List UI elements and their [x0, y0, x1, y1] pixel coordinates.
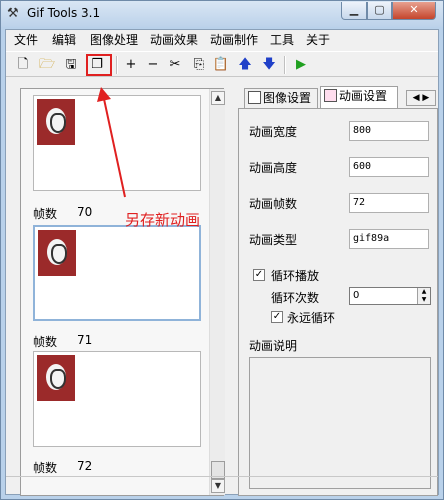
frame-thumbnail[interactable] — [33, 95, 201, 191]
app-icon: ⚒ — [7, 6, 19, 21]
forever-label: 永远循环 — [287, 311, 336, 325]
toolbar: 🗋 🗁 🖫 ❐ + − ✂ ⎘ 📋 🡅 🡇 ▶ — [6, 51, 438, 77]
minimize-button[interactable]: ▁ — [341, 2, 367, 20]
close-button[interactable]: ✕ — [392, 2, 436, 20]
frame-label: 帧数 — [33, 207, 58, 221]
settings-panel: 图像设置 动画设置 ◀ ▶ 动画宽度 800 动画高度 600 动画帧数 72 … — [238, 86, 438, 496]
cut-icon[interactable]: ✂ — [166, 56, 184, 74]
frame-thumbnail[interactable] — [33, 351, 201, 447]
loop-label: 循环播放 — [271, 269, 320, 283]
move-up-icon[interactable]: 🡅 — [236, 56, 254, 74]
animation-settings-icon — [324, 89, 337, 102]
highlight-box — [86, 54, 112, 76]
copy-icon[interactable]: ⎘ — [190, 56, 208, 74]
frame-image — [38, 230, 76, 276]
frames-label: 动画帧数 — [249, 197, 298, 211]
height-field[interactable]: 600 — [349, 157, 429, 177]
paste-icon[interactable]: 📋 — [212, 56, 230, 74]
vertical-scrollbar[interactable]: ▲ ▼ — [209, 89, 225, 495]
tab-animation-settings[interactable]: 动画设置 — [320, 86, 398, 108]
image-settings-icon — [248, 91, 261, 104]
menu-animation-making[interactable]: 动画制作 — [210, 32, 258, 48]
forever-checkbox[interactable]: ✓ — [271, 311, 283, 323]
menu-about[interactable]: 关于 — [306, 32, 330, 48]
menu-bar: 文件 编辑 图像处理 动画效果 动画制作 工具 关于 — [6, 30, 438, 50]
width-label: 动画宽度 — [249, 125, 298, 139]
remove-frame-icon[interactable]: − — [144, 56, 162, 74]
tab-image-settings[interactable]: 图像设置 — [244, 88, 318, 108]
menu-edit[interactable]: 编辑 — [52, 32, 76, 48]
frame-number: 70 — [77, 205, 93, 219]
animation-settings-panel: 动画宽度 800 动画高度 600 动画帧数 72 动画类型 gif89a ✓ … — [238, 108, 438, 496]
spinner-arrows-icon[interactable]: ▲ ▼ — [417, 288, 430, 304]
move-down-icon[interactable]: 🡇 — [260, 56, 278, 74]
description-textarea[interactable] — [249, 357, 431, 489]
toolbar-separator — [284, 56, 286, 74]
frame-image — [37, 355, 75, 401]
menu-tools[interactable]: 工具 — [270, 32, 294, 48]
play-icon[interactable]: ▶ — [292, 56, 310, 74]
menu-animation-effects[interactable]: 动画效果 — [150, 32, 198, 48]
status-bar — [6, 476, 438, 494]
height-label: 动画高度 — [249, 161, 298, 175]
maximize-button[interactable]: ▢ — [367, 2, 392, 20]
frame-number: 72 — [77, 459, 93, 473]
open-folder-icon[interactable]: 🗁 — [38, 56, 56, 74]
window-title: Gif Tools 3.1 — [27, 6, 101, 20]
loop-count-label: 循环次数 — [271, 291, 320, 305]
toolbar-separator — [116, 56, 118, 74]
title-bar[interactable]: ⚒ Gif Tools 3.1 ▁ ▢ ✕ — [1, 1, 443, 27]
frame-thumbnail-selected[interactable] — [33, 225, 201, 321]
menu-image-processing[interactable]: 图像处理 — [90, 32, 138, 48]
frames-field[interactable]: 72 — [349, 193, 429, 213]
tab-scroll-arrows[interactable]: ◀ ▶ — [406, 90, 436, 106]
frame-image — [37, 99, 75, 145]
loop-checkbox[interactable]: ✓ — [253, 269, 265, 281]
new-icon[interactable]: 🗋 — [14, 56, 32, 74]
frame-label: 帧数 — [33, 335, 58, 349]
frame-list[interactable]: 帧数 70 帧数 71 帧数 72 ▲ ▼ — [20, 88, 225, 496]
type-label: 动画类型 — [249, 233, 298, 247]
width-field[interactable]: 800 — [349, 121, 429, 141]
client-area: 文件 编辑 图像处理 动画效果 动画制作 工具 关于 🗋 🗁 🖫 ❐ + − ✂… — [5, 29, 439, 496]
type-field[interactable]: gif89a — [349, 229, 429, 249]
frame-label: 帧数 — [33, 461, 58, 475]
save-icon[interactable]: 🖫 — [62, 56, 80, 74]
description-label: 动画说明 — [249, 339, 298, 353]
tab-label: 动画设置 — [339, 89, 388, 103]
tab-label: 图像设置 — [263, 91, 312, 105]
menu-file[interactable]: 文件 — [14, 32, 38, 48]
frame-number: 71 — [77, 333, 93, 347]
loop-count-spinner[interactable]: 0 ▲ ▼ — [349, 287, 431, 305]
annotation-text: 另存新动画 — [125, 211, 201, 229]
scroll-up-icon[interactable]: ▲ — [211, 91, 225, 105]
add-frame-icon[interactable]: + — [122, 56, 140, 74]
loop-count-value: 0 — [353, 290, 360, 301]
app-window: ⚒ Gif Tools 3.1 ▁ ▢ ✕ 文件 编辑 图像处理 动画效果 动画… — [0, 0, 444, 500]
